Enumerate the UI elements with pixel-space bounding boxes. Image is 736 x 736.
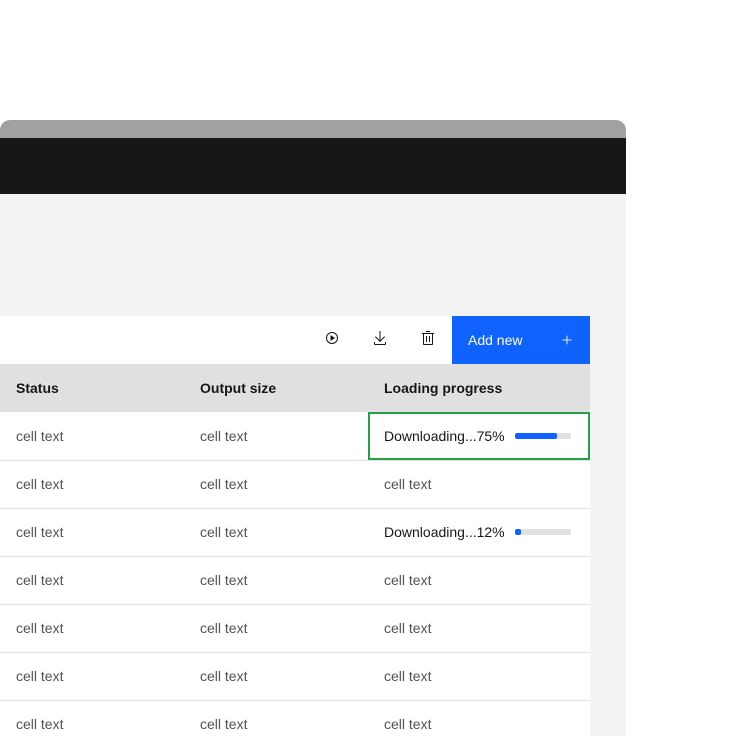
- cell-loading-progress: Downloading...12%: [368, 508, 590, 556]
- cell-status: cell text: [0, 556, 184, 604]
- download-icon: [372, 330, 388, 351]
- table-row[interactable]: cell textcell textcell text: [0, 556, 590, 604]
- cell-status: cell text: [0, 604, 184, 652]
- add-new-label: Add new: [468, 332, 522, 348]
- table-row[interactable]: cell textcell textcell text: [0, 652, 590, 700]
- table-row[interactable]: cell textcell text Downloading...75%: [0, 412, 590, 460]
- cell-loading-progress: cell text: [368, 460, 590, 508]
- table-toolbar: Add new: [0, 316, 590, 364]
- app-window: Add new Status Output size Loading progr…: [0, 120, 626, 736]
- table-row[interactable]: cell textcell textcell text: [0, 700, 590, 736]
- progress-fill: [515, 433, 557, 439]
- cell-output-size: cell text: [184, 412, 368, 460]
- cell-status: cell text: [0, 652, 184, 700]
- cell-output-size: cell text: [184, 604, 368, 652]
- trash-icon: [420, 330, 436, 351]
- col-header-status[interactable]: Status: [0, 364, 184, 412]
- cell-output-size: cell text: [184, 556, 368, 604]
- table-header-row: Status Output size Loading progress: [0, 364, 590, 412]
- download-button[interactable]: [356, 316, 404, 364]
- progress-bar: [515, 529, 571, 535]
- cell-output-size: cell text: [184, 460, 368, 508]
- cell-status: cell text: [0, 700, 184, 736]
- col-header-output-size[interactable]: Output size: [184, 364, 368, 412]
- table-row[interactable]: cell textcell textcell text: [0, 460, 590, 508]
- table-row[interactable]: cell textcell textcell text: [0, 604, 590, 652]
- cell-status: cell text: [0, 508, 184, 556]
- cell-output-size: cell text: [184, 508, 368, 556]
- toolbar-spacer: [0, 316, 308, 364]
- progress-label: Downloading...75%: [384, 428, 505, 444]
- cell-loading-progress: cell text: [368, 604, 590, 652]
- progress-label: Downloading...12%: [384, 524, 505, 540]
- content-padding: [0, 194, 626, 316]
- cell-output-size: cell text: [184, 652, 368, 700]
- cell-status: cell text: [0, 460, 184, 508]
- table-row[interactable]: cell textcell text Downloading...12%: [0, 508, 590, 556]
- delete-button[interactable]: [404, 316, 452, 364]
- cell-output-size: cell text: [184, 700, 368, 736]
- data-table: Status Output size Loading progress cell…: [0, 364, 590, 736]
- progress-fill: [515, 529, 522, 535]
- cell-loading-progress: cell text: [368, 700, 590, 736]
- cell-loading-progress: Downloading...75%: [368, 412, 590, 460]
- app-header-bar: [0, 138, 626, 194]
- col-header-loading-progress[interactable]: Loading progress: [368, 364, 590, 412]
- cell-loading-progress: cell text: [368, 652, 590, 700]
- plus-icon: [560, 333, 574, 347]
- window-titlebar-shadow: [0, 120, 626, 138]
- progress-bar: [515, 433, 571, 439]
- play-circle-icon: [324, 330, 340, 351]
- add-new-button[interactable]: Add new: [452, 316, 590, 364]
- run-button[interactable]: [308, 316, 356, 364]
- cell-status: cell text: [0, 412, 184, 460]
- cell-loading-progress: cell text: [368, 556, 590, 604]
